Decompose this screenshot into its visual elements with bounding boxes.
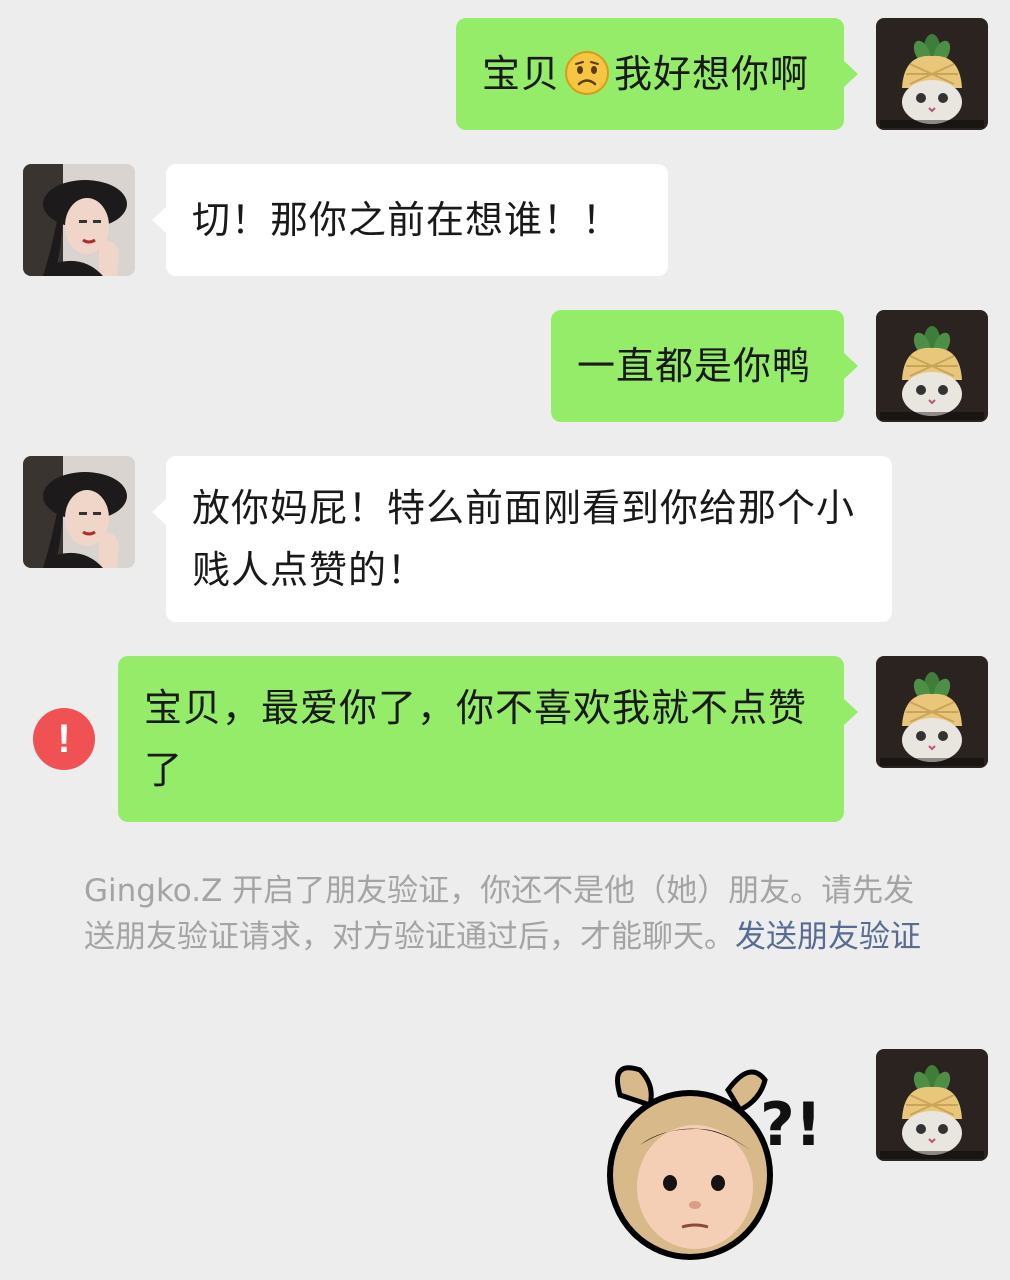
my-avatar[interactable] <box>876 18 988 130</box>
message-text: 一直都是你鸭 <box>577 344 812 388</box>
message-text: 宝贝 <box>482 52 561 96</box>
message-text: 宝贝，最爱你了，你不喜欢我就不点赞了 <box>144 686 808 792</box>
message-text: 我好想你啊 <box>614 52 810 96</box>
sad-face-emoji <box>564 50 610 96</box>
sticker-caption: ?! <box>760 1090 822 1160</box>
message-bubble-4[interactable]: 放你妈屁！特么前面刚看到你给那个小贱人点赞的！ <box>152 456 892 622</box>
message-bubble-2[interactable]: 切！那你之前在想谁！！ <box>152 164 668 276</box>
message-text: 切！那你之前在想谁！！ <box>192 198 622 242</box>
send-verification-link[interactable]: 发送朋友验证 <box>735 919 921 955</box>
message-bubble-1[interactable]: 宝贝 我好想你啊 <box>456 18 858 130</box>
message-bubble-5[interactable]: 宝贝，最爱你了，你不喜欢我就不点赞了 <box>118 656 858 822</box>
friend-verification-notice: Gingko.Z 开启了朋友验证，你还不是他（她）朋友。请先发送朋友验证请求，对… <box>84 868 934 960</box>
my-avatar[interactable] <box>876 656 988 768</box>
my-avatar[interactable] <box>876 310 988 422</box>
contact-avatar[interactable] <box>23 164 135 276</box>
message-text: 放你妈屁！特么前面刚看到你给那个小贱人点赞的！ <box>192 486 856 592</box>
baby-sticker[interactable]: ?! <box>600 1055 832 1260</box>
message-bubble-3[interactable]: 一直都是你鸭 <box>551 310 858 422</box>
contact-avatar[interactable] <box>23 456 135 568</box>
send-failed-icon[interactable]: ! <box>33 708 95 770</box>
my-avatar[interactable] <box>876 1049 988 1161</box>
